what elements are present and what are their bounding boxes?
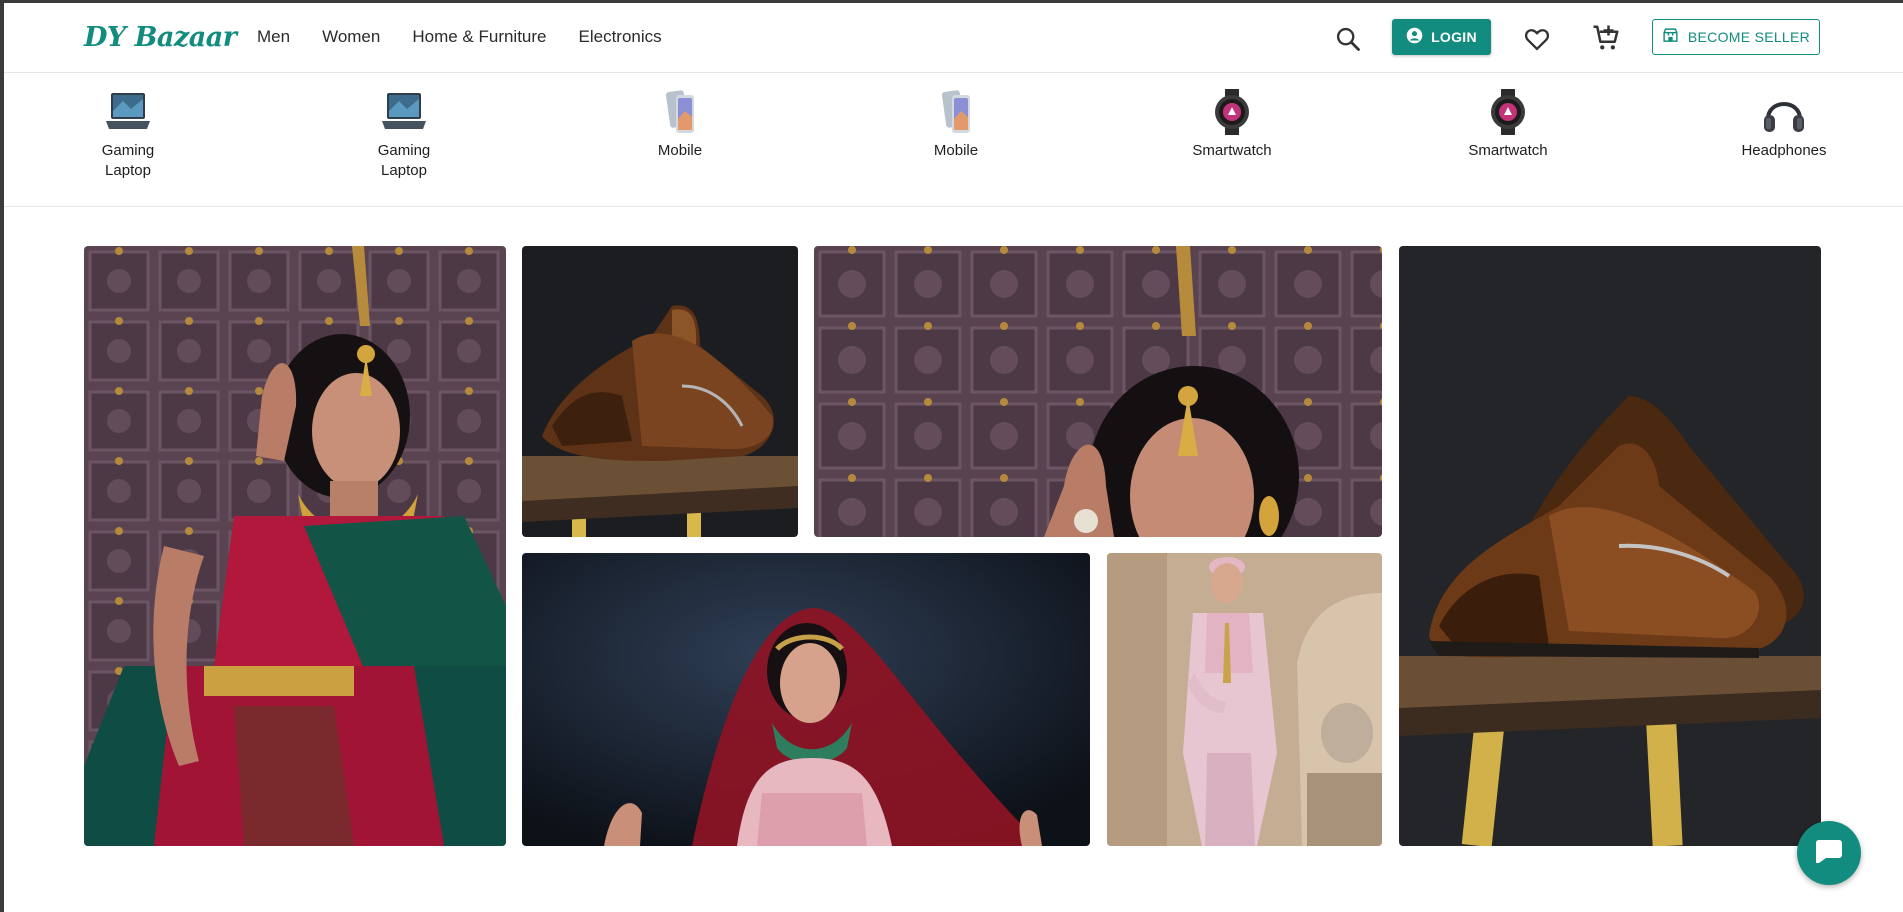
gallery-tile-bride[interactable]	[522, 553, 1090, 846]
nav-item-women[interactable]: Women	[322, 27, 380, 47]
become-seller-button[interactable]: BECOME SELLER	[1652, 19, 1820, 55]
bride-photo	[522, 553, 1090, 846]
gallery-tile-loafer[interactable]	[522, 246, 798, 537]
brand-logo[interactable]: DY Bazaar	[84, 22, 237, 53]
chat-bubble-icon	[1813, 835, 1845, 872]
category-item-gaming-laptop[interactable]: Gaming Laptop	[68, 89, 188, 181]
nav-item-electronics[interactable]: Electronics	[579, 27, 662, 47]
login-label: LOGIN	[1431, 29, 1477, 45]
jewellery-closeup-photo	[814, 246, 1382, 537]
category-item-gaming-laptop[interactable]: Gaming Laptop	[344, 89, 464, 181]
nav-item-men[interactable]: Men	[257, 27, 290, 47]
loafer-photo	[522, 246, 798, 537]
saree-photo	[84, 246, 506, 846]
chat-button[interactable]	[1797, 821, 1861, 885]
page: DY Bazaar Men Women Home & Furniture Ele…	[4, 3, 1903, 912]
gallery-tile-sherwani[interactable]	[1107, 553, 1382, 846]
heart-icon[interactable]	[1523, 25, 1551, 53]
cart-plus-icon[interactable]	[1591, 23, 1621, 53]
gallery-tile-jewellery-closeup[interactable]	[814, 246, 1382, 537]
sherwani-photo	[1107, 553, 1382, 846]
category-item-mobile[interactable]: Mobile	[620, 89, 740, 161]
store-icon	[1662, 27, 1679, 47]
category-label: Mobile	[657, 142, 703, 159]
search-icon[interactable]	[1334, 25, 1362, 53]
gallery-tile-saree[interactable]	[84, 246, 506, 846]
laptop-thumbnail	[106, 93, 150, 129]
gallery-tile-loafer-large[interactable]	[1399, 246, 1821, 846]
category-item-smartwatch[interactable]: Smartwatch	[1448, 89, 1568, 161]
smartwatch-thumbnail	[1491, 89, 1525, 135]
phone-thumbnail	[665, 90, 694, 133]
header: DY Bazaar Men Women Home & Furniture Ele…	[4, 3, 1903, 73]
account-circle-icon	[1406, 27, 1423, 47]
category-item-headphones[interactable]: Headphones	[1724, 89, 1844, 161]
laptop-thumbnail	[382, 93, 426, 129]
category-item-mobile[interactable]: Mobile	[896, 89, 1016, 161]
category-label: Gaming Laptop	[377, 142, 431, 179]
category-item-smartwatch[interactable]: Smartwatch	[1172, 89, 1292, 161]
become-seller-label: BECOME SELLER	[1687, 29, 1811, 45]
smartwatch-thumbnail	[1215, 89, 1249, 135]
category-label: Smartwatch	[1192, 142, 1272, 159]
category-strip: Gaming Laptop Gaming Laptop Mobile Mobil…	[4, 73, 1903, 207]
main-nav: Men Women Home & Furniture Electronics	[257, 27, 694, 47]
loafer-large-photo	[1399, 246, 1821, 846]
nav-item-home-furniture[interactable]: Home & Furniture	[412, 27, 546, 47]
category-label: Mobile	[933, 142, 979, 159]
category-label: Gaming Laptop	[101, 142, 155, 179]
login-button[interactable]: LOGIN	[1392, 19, 1491, 55]
category-label: Smartwatch	[1468, 142, 1548, 159]
headphones-thumbnail	[1764, 102, 1804, 132]
phone-thumbnail	[941, 90, 970, 133]
category-label: Headphones	[1741, 142, 1827, 159]
